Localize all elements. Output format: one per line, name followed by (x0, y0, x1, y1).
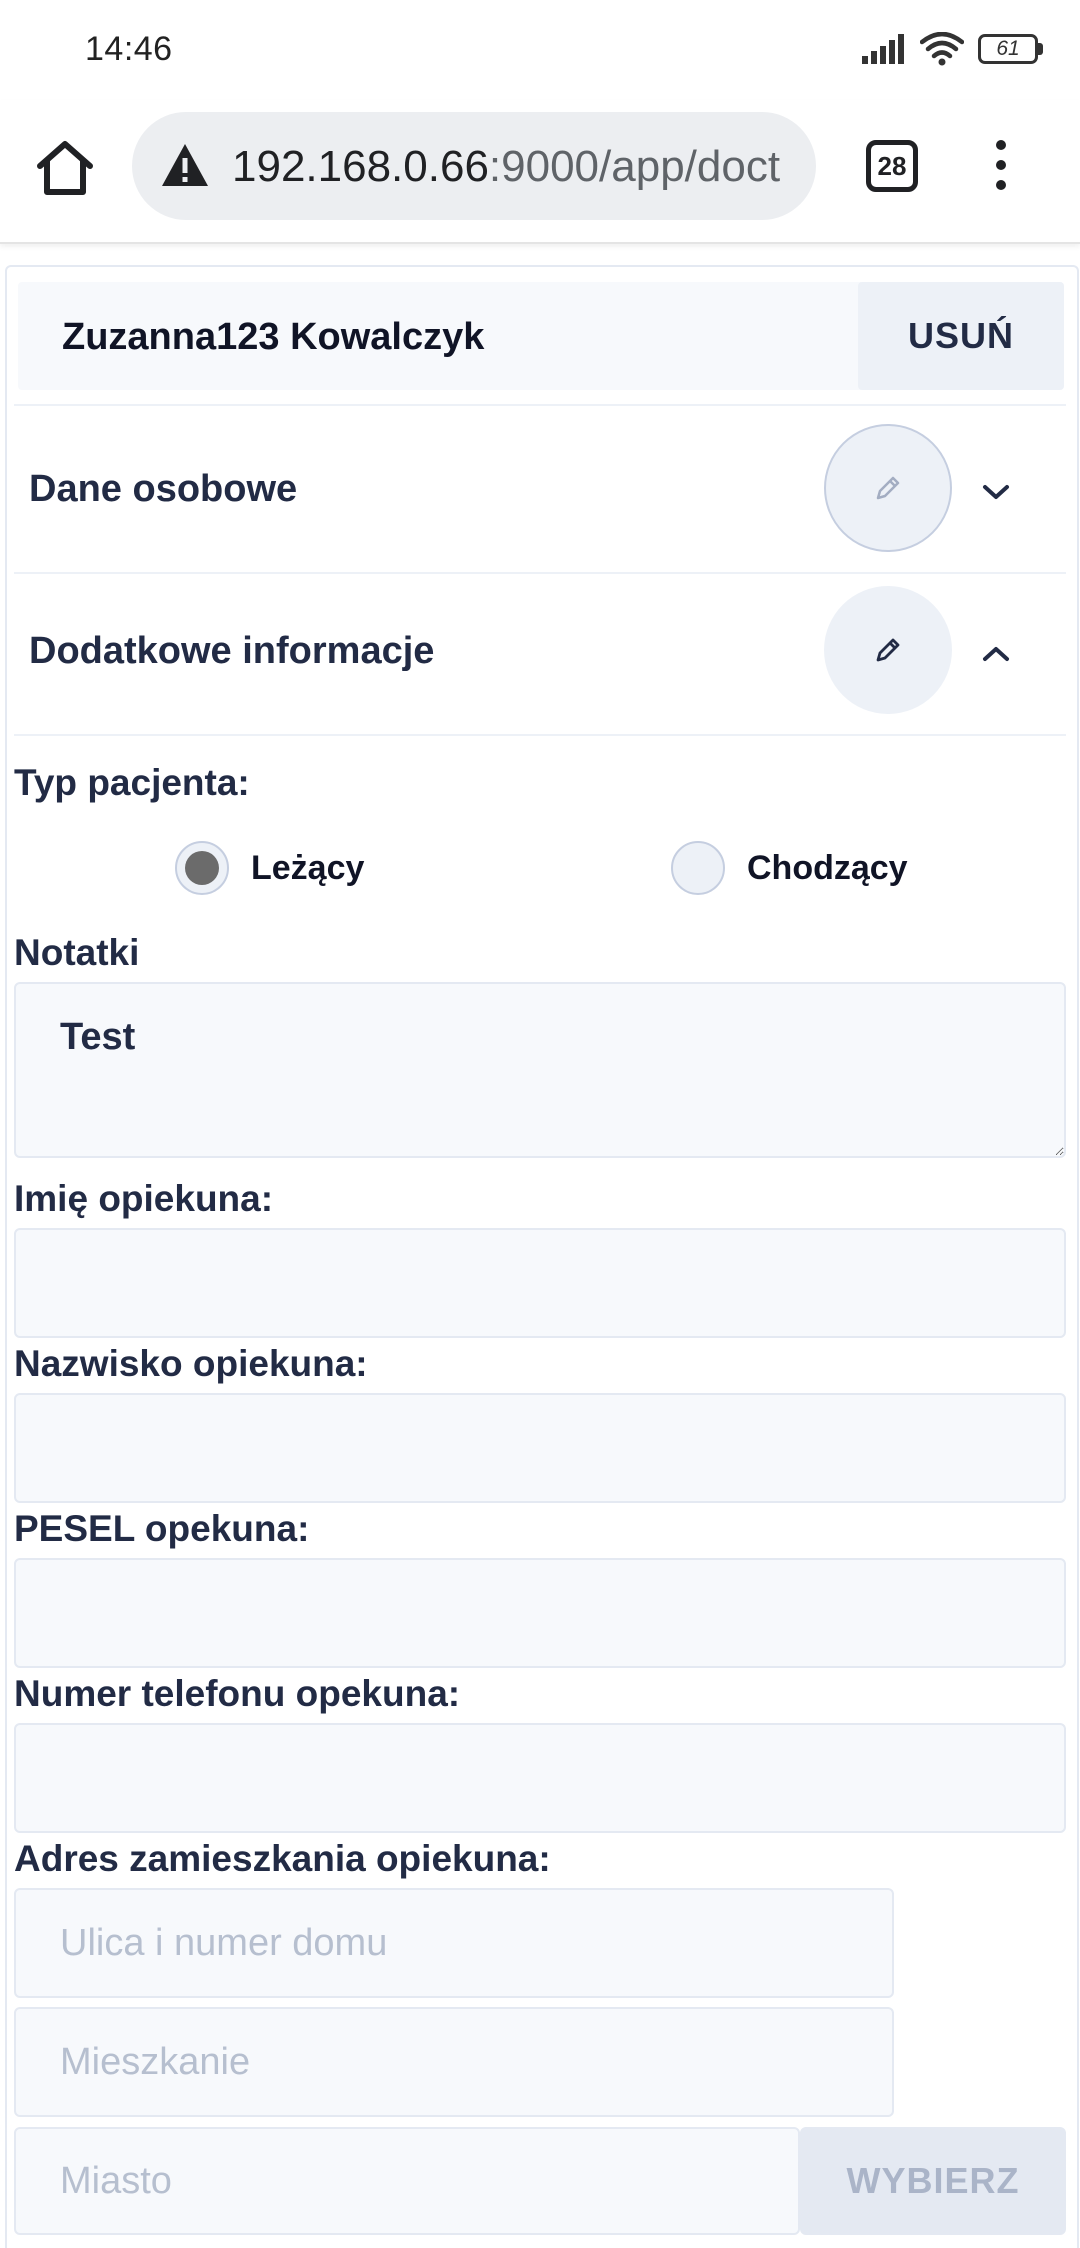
tab-switcher-button[interactable]: 28 (866, 140, 918, 192)
divider (14, 572, 1066, 574)
chevron-down-icon[interactable] (976, 472, 1016, 512)
url-text: 192.168.0.66:9000/app/doct (232, 142, 780, 192)
status-icons: 61 (862, 32, 1044, 66)
guardian-first-name-input[interactable] (14, 1228, 1066, 1338)
patient-type-label: Typ pacjenta: (14, 762, 250, 803)
chevron-up-icon[interactable] (976, 634, 1016, 674)
battery-icon: 61 (978, 34, 1044, 64)
radio-walking-label[interactable]: Chodzący (747, 849, 908, 888)
notes-label: Notatki (14, 932, 140, 973)
guardian-pesel-input[interactable] (14, 1558, 1066, 1668)
section-additional-title[interactable]: Dodatkowe informacje (29, 630, 434, 673)
browser-toolbar: 192.168.0.66:9000/app/doct 28 (0, 100, 1080, 244)
choose-city-button[interactable]: WYBIERZ (800, 2127, 1066, 2235)
radio-walking[interactable]: Chodzący (671, 841, 908, 895)
patient-name: Zuzanna123 Kowalczyk (62, 316, 485, 358)
guardian-address-label: Adres zamieszkania opiekuna: (14, 1838, 551, 1879)
guardian-phone-input[interactable] (14, 1723, 1066, 1833)
status-bar: 14:46 61 (0, 0, 1080, 100)
delete-button[interactable]: USUŃ (858, 282, 1064, 390)
signal-icon (862, 34, 904, 64)
radio-selected-dot (185, 851, 219, 885)
url-host: 192.168.0.66 (232, 142, 489, 191)
more-vert-icon[interactable] (986, 140, 1016, 200)
pencil-icon (876, 476, 900, 500)
section-personal-title[interactable]: Dane osobowe (29, 468, 297, 511)
street-input[interactable] (14, 1888, 894, 1998)
battery-level: 61 (996, 37, 1020, 60)
guardian-last-name-input[interactable] (14, 1393, 1066, 1503)
edit-additional-button[interactable] (824, 586, 952, 714)
guardian-pesel-label: PESEL opekuna: (14, 1508, 310, 1549)
guardian-last-name-label: Nazwisko opiekuna: (14, 1343, 368, 1384)
url-path: :9000/app/doct (488, 142, 781, 191)
guardian-first-name-label: Imię opiekuna: (14, 1178, 274, 1219)
apartment-input[interactable] (14, 2007, 894, 2117)
status-time: 14:46 (85, 30, 173, 68)
radio-lying-label[interactable]: Leżący (251, 849, 364, 888)
city-input[interactable] (14, 2127, 800, 2235)
edit-personal-button[interactable] (824, 424, 952, 552)
radio-button[interactable] (175, 841, 229, 895)
notes-textarea[interactable]: Test (14, 982, 1066, 1158)
radio-button[interactable] (671, 841, 725, 895)
radio-lying[interactable]: Leżący (175, 841, 364, 895)
address-bar[interactable]: 192.168.0.66:9000/app/doct (132, 112, 816, 220)
warning-icon[interactable] (160, 142, 210, 188)
divider (14, 734, 1066, 736)
pencil-icon (876, 638, 900, 662)
divider (14, 404, 1066, 406)
wifi-icon (920, 32, 964, 66)
home-icon[interactable] (34, 136, 96, 198)
guardian-phone-label: Numer telefonu opekuna: (14, 1673, 461, 1714)
